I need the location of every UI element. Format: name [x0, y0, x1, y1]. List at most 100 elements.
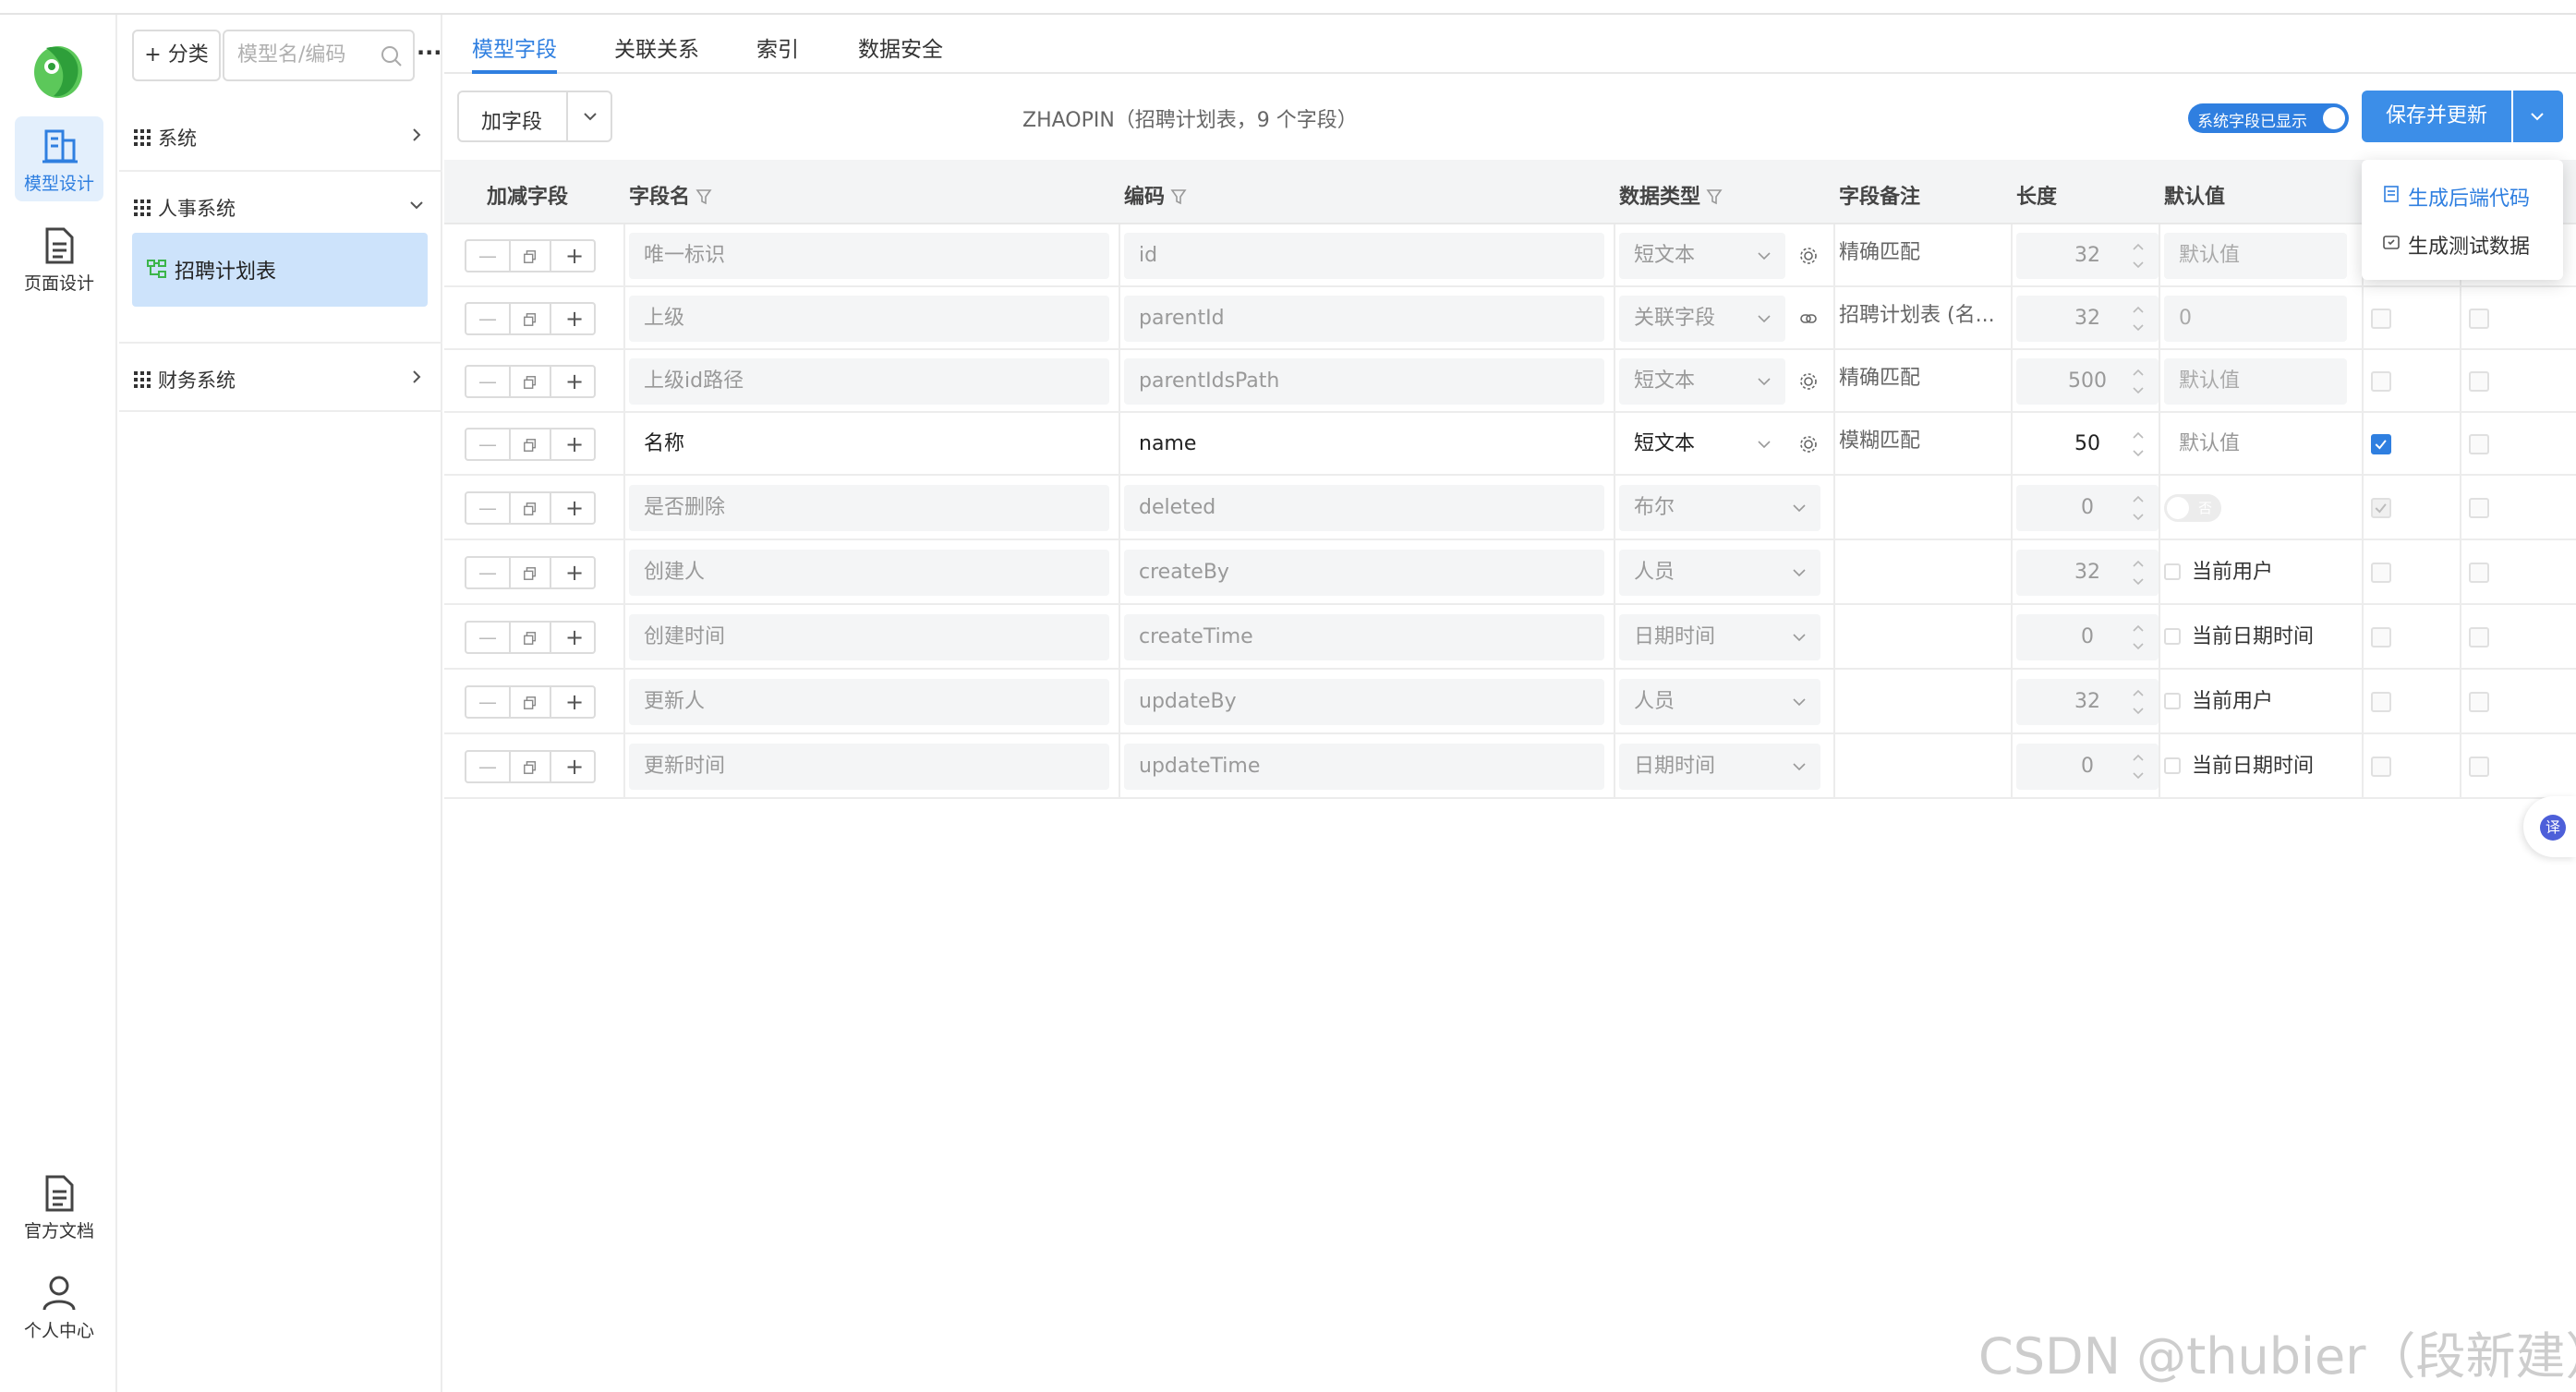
field-code-input[interactable]: id: [1124, 233, 1604, 279]
rail-item-profile[interactable]: 个人中心: [15, 1264, 103, 1349]
field-length-input[interactable]: 50: [2016, 421, 2159, 467]
field-name-input[interactable]: 是否删除: [629, 485, 1109, 531]
copy-field-button[interactable]: [509, 687, 551, 717]
unique-checkbox[interactable]: [2469, 627, 2489, 648]
data-type-select[interactable]: 日期时间: [1619, 744, 1820, 790]
field-code-input[interactable]: parentId: [1124, 296, 1604, 342]
remove-field-button[interactable]: —: [466, 367, 509, 396]
required-checkbox[interactable]: [2371, 498, 2391, 518]
rail-item-docs[interactable]: 官方文档: [15, 1164, 103, 1249]
insert-field-button[interactable]: +: [553, 367, 596, 396]
save-dropdown-toggle[interactable]: [2513, 91, 2563, 142]
field-length-input[interactable]: 0: [2016, 614, 2159, 660]
remove-field-button[interactable]: —: [466, 623, 509, 652]
default-value-input[interactable]: 默认值: [2164, 233, 2347, 279]
unique-checkbox[interactable]: [2469, 757, 2489, 777]
field-name-input[interactable]: 更新人: [629, 679, 1109, 725]
stepper-icon[interactable]: [2131, 686, 2146, 718]
unique-checkbox[interactable]: [2469, 434, 2489, 454]
insert-field-button[interactable]: +: [553, 558, 596, 587]
required-checkbox[interactable]: [2371, 309, 2391, 329]
copy-field-button[interactable]: [509, 367, 551, 396]
default-checkbox[interactable]: [2164, 563, 2181, 580]
settings-gear-icon[interactable]: [1798, 371, 1819, 392]
stepper-icon[interactable]: [2131, 429, 2146, 460]
remove-field-button[interactable]: —: [466, 430, 509, 459]
model-search-input[interactable]: [237, 31, 376, 78]
default-checkbox[interactable]: [2164, 628, 2181, 645]
insert-field-button[interactable]: +: [553, 493, 596, 523]
default-value-option[interactable]: 当前用户: [2164, 679, 2273, 725]
rail-item-model-design[interactable]: 模型设计: [15, 116, 103, 201]
remove-field-button[interactable]: —: [466, 558, 509, 587]
copy-field-button[interactable]: [509, 623, 551, 652]
menu-item-generate-backend[interactable]: 生成后端代码: [2362, 171, 2563, 217]
field-name-input[interactable]: 唯一标识: [629, 233, 1109, 279]
unique-checkbox[interactable]: [2469, 371, 2489, 392]
default-bool-toggle[interactable]: 否: [2164, 494, 2221, 522]
field-length-input[interactable]: 0: [2016, 744, 2159, 790]
required-checkbox[interactable]: [2371, 371, 2391, 392]
insert-field-button[interactable]: +: [553, 304, 596, 333]
unique-checkbox[interactable]: [2469, 692, 2489, 712]
field-code-input[interactable]: createBy: [1124, 550, 1604, 596]
default-value-option[interactable]: 当前用户: [2164, 550, 2273, 596]
field-name-input[interactable]: 创建人: [629, 550, 1109, 596]
field-length-input[interactable]: 32: [2016, 679, 2159, 725]
tree-group-system[interactable]: 系统: [119, 102, 442, 172]
required-checkbox[interactable]: [2371, 563, 2391, 583]
data-type-select[interactable]: 关联字段: [1619, 296, 1785, 342]
tree-group-hr[interactable]: 人事系统: [119, 172, 442, 242]
field-code-input[interactable]: parentIdsPath: [1124, 358, 1604, 405]
stepper-icon[interactable]: [2131, 751, 2146, 782]
remove-field-button[interactable]: —: [466, 304, 509, 333]
stepper-icon[interactable]: [2131, 492, 2146, 524]
unique-checkbox[interactable]: [2469, 498, 2489, 518]
data-type-select[interactable]: 短文本: [1619, 233, 1785, 279]
save-and-update-button[interactable]: 保存并更新: [2362, 91, 2511, 142]
remove-field-button[interactable]: —: [466, 687, 509, 717]
default-value-option[interactable]: 当前日期时间: [2164, 614, 2314, 660]
insert-field-button[interactable]: +: [553, 430, 596, 459]
remove-field-button[interactable]: —: [466, 493, 509, 523]
remove-field-button[interactable]: —: [466, 241, 509, 271]
field-code-input[interactable]: createTime: [1124, 614, 1604, 660]
tab-relations[interactable]: 关联关系: [614, 31, 699, 74]
required-checkbox[interactable]: [2371, 434, 2391, 454]
field-length-input[interactable]: 32: [2016, 550, 2159, 596]
search-icon[interactable]: [380, 44, 404, 68]
copy-field-button[interactable]: [509, 241, 551, 271]
copy-field-button[interactable]: [509, 752, 551, 781]
default-checkbox[interactable]: [2164, 693, 2181, 709]
data-type-select[interactable]: 人员: [1619, 550, 1820, 596]
more-icon[interactable]: ···: [417, 42, 441, 67]
field-length-input[interactable]: 0: [2016, 485, 2159, 531]
insert-field-button[interactable]: +: [553, 752, 596, 781]
translate-button[interactable]: 译: [2523, 796, 2576, 857]
data-type-select[interactable]: 短文本: [1619, 421, 1785, 467]
default-value-input[interactable]: 默认值: [2164, 421, 2347, 467]
rail-item-page-design[interactable]: 页面设计: [15, 216, 103, 301]
field-length-input[interactable]: 500: [2016, 358, 2159, 405]
settings-gear-icon[interactable]: [1798, 246, 1819, 266]
copy-field-button[interactable]: [509, 430, 551, 459]
default-value-input[interactable]: 默认值: [2164, 358, 2347, 405]
stepper-icon[interactable]: [2131, 366, 2146, 397]
unique-checkbox[interactable]: [2469, 309, 2489, 329]
insert-field-button[interactable]: +: [553, 687, 596, 717]
tab-data-security[interactable]: 数据安全: [858, 31, 943, 74]
insert-field-button[interactable]: +: [553, 623, 596, 652]
menu-item-generate-test-data[interactable]: 生成测试数据: [2362, 219, 2563, 265]
filter-icon[interactable]: [695, 188, 712, 205]
stepper-icon[interactable]: [2131, 303, 2146, 334]
stepper-icon[interactable]: [2131, 622, 2146, 653]
default-value-option[interactable]: 当前日期时间: [2164, 744, 2314, 790]
copy-field-button[interactable]: [509, 558, 551, 587]
data-type-select[interactable]: 日期时间: [1619, 614, 1820, 660]
system-fields-toggle[interactable]: 系统字段已显示: [2188, 103, 2349, 133]
tree-leaf-recruitment-plan[interactable]: 招聘计划表: [132, 233, 428, 307]
link-icon[interactable]: [1798, 309, 1819, 329]
stepper-icon[interactable]: [2131, 240, 2146, 272]
insert-field-button[interactable]: +: [553, 241, 596, 271]
filter-icon[interactable]: [1170, 188, 1187, 205]
